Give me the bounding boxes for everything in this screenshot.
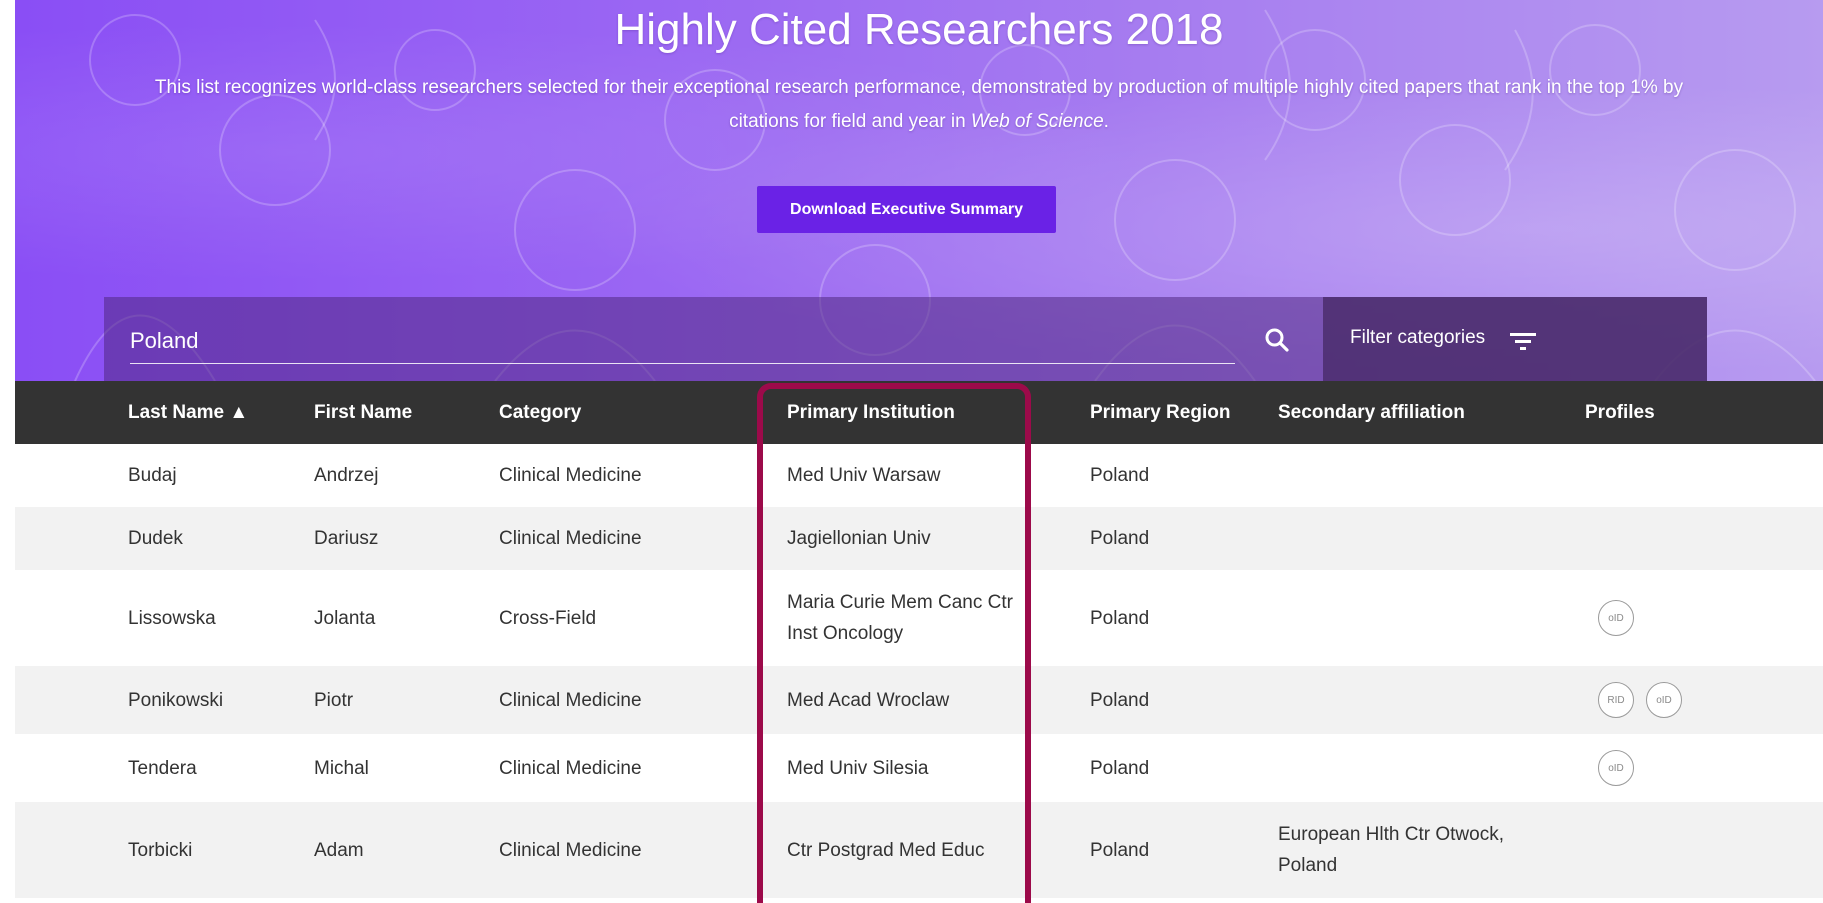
cell-institution: Jagiellonian Univ [787,528,931,549]
cell-region: Poland [1090,607,1150,629]
cell-institution: Maria Curie Mem Canc Ctr Inst Oncology [787,592,1013,644]
cell-first-name: Jolanta [314,607,376,629]
cell-region: Poland [1090,465,1150,486]
orcid-icon[interactable]: oID [1598,750,1634,786]
orcid-icon[interactable]: oID [1598,600,1634,636]
search-input[interactable] [130,319,1235,364]
cell-institution: Med Univ Silesia [787,757,929,779]
filter-categories-button[interactable]: Filter categories [1323,297,1707,381]
cell-category: Clinical Medicine [499,689,642,711]
cell-profiles: RID oID [1598,666,1682,734]
cell-first-name: Adam [314,839,364,861]
subtitle-end: . [1103,111,1109,132]
cell-last-name: Dudek [128,528,183,549]
column-header-first-name[interactable]: First Name [314,381,412,444]
table-row: Torbicki Adam Clinical Medicine Ctr Post… [15,802,1823,898]
search-icon[interactable] [1264,327,1290,353]
cell-secondary-affiliation: European Hlth Ctr Otwock, Poland [1278,824,1504,876]
cell-secondary-affiliation [1278,666,1568,734]
cell-region: Poland [1090,528,1150,549]
cell-category: Clinical Medicine [499,839,642,861]
column-header-profiles: Profiles [1585,402,1655,423]
subtitle-emphasis: Web of Science [970,111,1104,132]
column-header-last-name[interactable]: Last Name ▲ [128,381,248,444]
subtitle-text: This list recognizes world-class researc… [154,77,1684,132]
cell-institution: Ctr Postgrad Med Educ [787,839,985,861]
cell-region: Poland [1090,689,1150,711]
cell-secondary-affiliation [1278,734,1568,802]
page-title: Highly Cited Researchers 2018 [614,5,1224,54]
column-header-category[interactable]: Category [499,381,581,444]
cell-category: Cross-Field [499,607,597,629]
cell-institution: Med Acad Wroclaw [787,689,950,711]
cell-category: Clinical Medicine [499,528,642,549]
download-executive-summary-button[interactable]: Download Executive Summary [757,186,1056,233]
table-header: Last Name ▲ First Name Category Primary … [15,381,1823,444]
column-header-primary-region[interactable]: Primary Region [1090,381,1230,444]
cell-institution: Med Univ Warsaw [787,465,941,486]
table-row: Lissowska Jolanta Cross-Field Maria Curi… [15,570,1823,666]
table-row: Ponikowski Piotr Clinical Medicine Med A… [15,666,1823,734]
filter-icon [1510,333,1536,350]
cell-category: Clinical Medicine [499,465,642,486]
cell-secondary-affiliation [1278,570,1568,666]
cell-first-name: Piotr [314,689,354,711]
cell-profiles: oID [1598,570,1634,666]
cell-last-name: Budaj [128,465,177,486]
cell-first-name: Michal [314,757,369,779]
cell-region: Poland [1090,839,1150,861]
column-header-primary-institution[interactable]: Primary Institution [787,381,955,444]
table-row: Budaj Andrzej Clinical Medicine Med Univ… [15,444,1823,507]
cell-first-name: Andrzej [314,465,379,486]
cell-last-name: Torbicki [128,839,193,861]
researcherid-icon[interactable]: RID [1598,682,1634,718]
table-row: Dudek Dariusz Clinical Medicine Jagiello… [15,507,1823,570]
cell-category: Clinical Medicine [499,757,642,779]
cell-region: Poland [1090,757,1150,779]
search-bar: Filter categories [104,297,1707,381]
cell-secondary-affiliation [1278,507,1568,570]
filter-categories-label: Filter categories [1350,327,1486,348]
cell-secondary-affiliation [1278,444,1568,507]
cell-profiles: oID [1598,734,1634,802]
orcid-icon[interactable]: oID [1646,682,1682,718]
cell-last-name: Ponikowski [128,689,224,711]
table-row: Tendera Michal Clinical Medicine Med Uni… [15,734,1823,802]
cell-last-name: Lissowska [128,607,216,629]
column-header-secondary-affiliation[interactable]: Secondary affiliation [1278,381,1465,444]
cell-first-name: Dariusz [314,528,379,549]
page-subtitle: This list recognizes world-class researc… [135,71,1703,139]
cell-last-name: Tendera [128,757,197,779]
